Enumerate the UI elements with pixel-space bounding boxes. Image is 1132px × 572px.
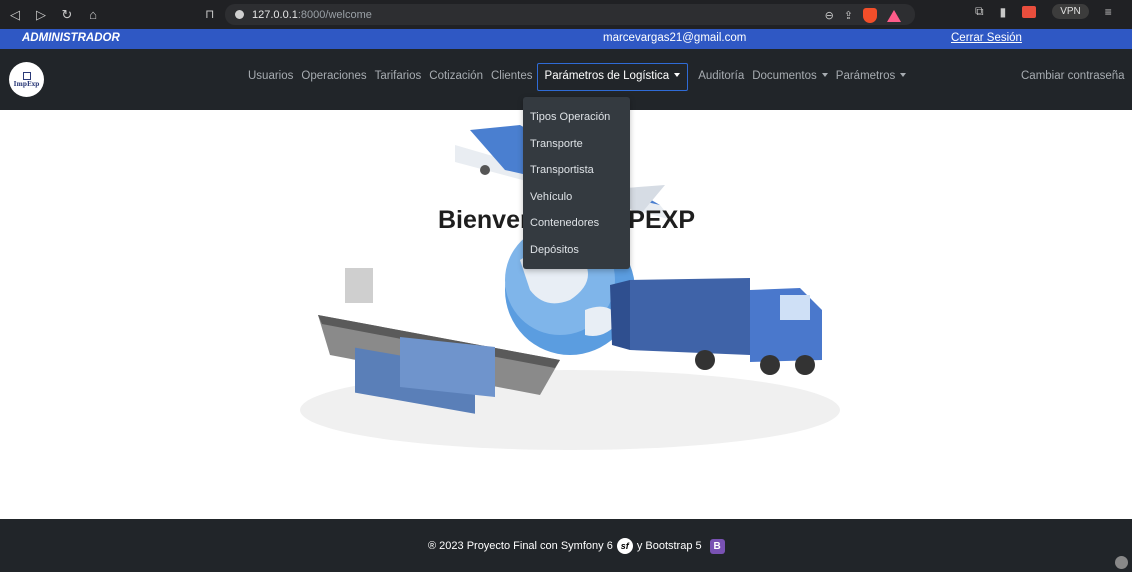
site-info-icon[interactable] — [235, 10, 244, 19]
footer-text-before: ® 2023 Proyecto Final con Symfony 6 — [428, 540, 613, 552]
nav-item-label: Parámetros de Logística — [544, 70, 670, 82]
caret-down-icon — [900, 73, 907, 77]
caret-down-icon — [821, 73, 828, 77]
nav-item-documentos[interactable]: Documentos — [752, 70, 828, 91]
nav-item-label: Documentos — [752, 70, 817, 82]
forward-icon[interactable]: ▷ — [30, 7, 52, 23]
sidebar-icon[interactable]: ▮ — [1000, 5, 1007, 19]
dropdown-item-transporte[interactable]: Transporte — [523, 131, 630, 158]
extensions-icon[interactable]: ⧉ — [975, 4, 984, 19]
share-icon[interactable]: ⇪ — [844, 9, 853, 22]
back-icon[interactable]: ◁ — [4, 7, 26, 23]
bootstrap-logo-icon: B — [709, 538, 725, 554]
nav-item-parametros[interactable]: Parámetros — [835, 70, 907, 91]
truck-icon — [610, 278, 822, 375]
wallet-icon[interactable] — [1022, 5, 1037, 18]
impexp-logo[interactable]: ImpExp — [9, 62, 44, 97]
user-role: ADMINISTRADOR — [22, 32, 120, 44]
brave-shield-icon[interactable] — [863, 8, 877, 23]
logo-text: ImpExp — [13, 80, 40, 88]
address-bar[interactable]: 127.0.0.1 :8000/welcome ⊖ ⇪ — [225, 4, 915, 25]
dropdown-item-contenedores[interactable]: Contenedores — [523, 210, 630, 237]
dropdown-item-transportista[interactable]: Transportista — [523, 157, 630, 184]
url-host: 127.0.0.1 — [252, 8, 298, 21]
logout-link[interactable]: Cerrar Sesión — [951, 32, 1022, 44]
nav-item-usuarios[interactable]: Usuarios — [248, 70, 293, 91]
reload-icon[interactable]: ↻ — [56, 7, 78, 23]
dropdown-item-tipos-operacion[interactable]: Tipos Operación — [523, 104, 630, 131]
logistics-dropdown: Tipos Operación Transporte Transportista… — [523, 97, 630, 269]
nav-item-label: Parámetros — [835, 70, 896, 82]
nav-item-operaciones[interactable]: Operaciones — [301, 70, 366, 91]
dropdown-item-depositos[interactable]: Depósitos — [523, 237, 630, 264]
footer-text-after: y Bootstrap 5 — [636, 540, 702, 552]
change-password-link[interactable]: Cambiar contraseña — [1021, 70, 1125, 82]
menu-icon[interactable]: ≡ — [1105, 5, 1112, 19]
browser-toolbar: ◁ ▷ ↻ ⌂ ⊓ 127.0.0.1 :8000/welcome ⊖ ⇪ ⧉ … — [0, 0, 1132, 29]
footer: ® 2023 Proyecto Final con Symfony 6 sf y… — [0, 519, 1132, 572]
vpn-button[interactable]: VPN — [1052, 4, 1089, 19]
logo-mark-icon — [22, 71, 31, 80]
user-email: marcevargas21@gmail.com — [603, 32, 747, 44]
url-path: :8000/welcome — [297, 8, 372, 21]
nav-item-auditoria[interactable]: Auditoría — [698, 70, 744, 91]
nav-item-tarifarios[interactable]: Tarifarios — [375, 70, 422, 91]
rewards-icon[interactable] — [887, 9, 901, 22]
admin-bar: ADMINISTRADOR marcevargas21@gmail.com Ce… — [0, 29, 1132, 49]
nav-menu: Usuarios Operaciones Tarifarios Cotizaci… — [248, 63, 914, 91]
zoom-icon[interactable]: ⊖ — [825, 9, 834, 22]
nav-item-clientes[interactable]: Clientes — [491, 70, 533, 91]
symfony-toolbar-icon[interactable] — [1115, 556, 1128, 569]
home-icon[interactable]: ⌂ — [82, 7, 104, 22]
symfony-logo-icon: sf — [616, 538, 633, 554]
bookmark-icon[interactable]: ⊓ — [205, 7, 214, 21]
caret-down-icon — [674, 73, 681, 77]
dropdown-item-vehiculo[interactable]: Vehículo — [523, 184, 630, 211]
nav-item-cotizacion[interactable]: Cotización — [429, 70, 483, 91]
nav-item-parametros-logistica[interactable]: Parámetros de Logística — [536, 63, 689, 91]
footer-text: ® 2023 Proyecto Final con Symfony 6 sf y… — [428, 538, 725, 554]
